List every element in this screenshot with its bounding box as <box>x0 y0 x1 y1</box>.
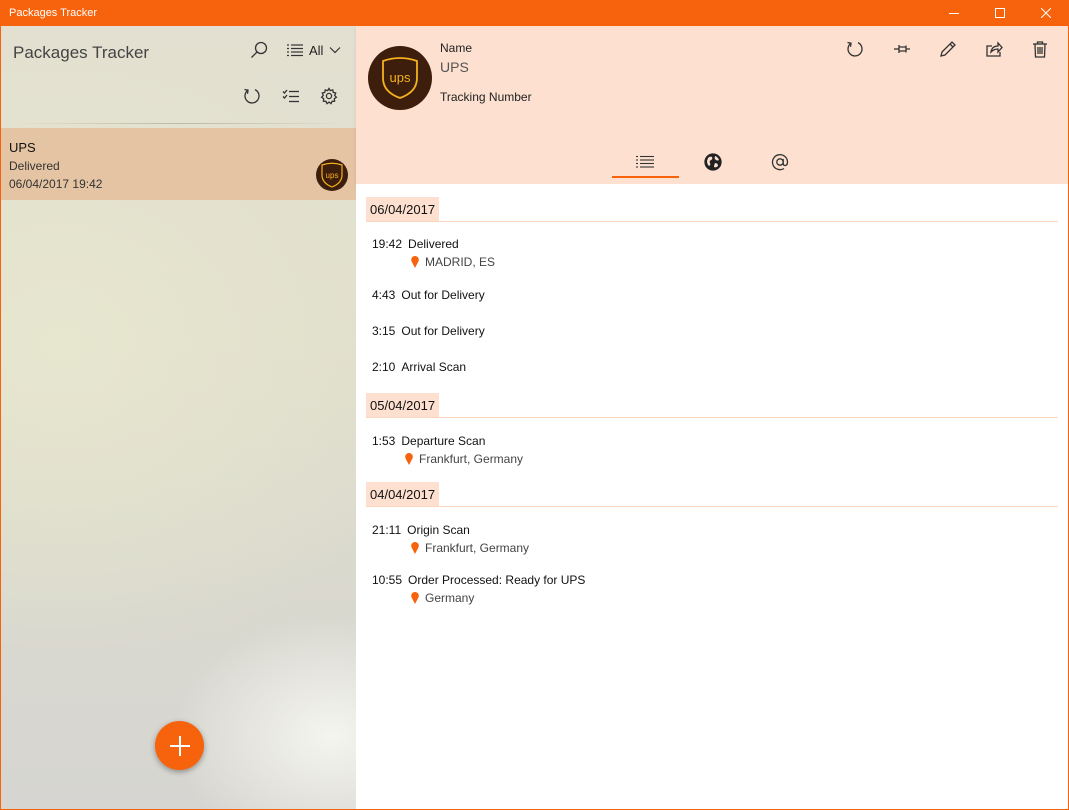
tab-email[interactable] <box>767 147 793 177</box>
search-icon <box>251 41 268 58</box>
globe-icon <box>704 153 722 171</box>
date-header: 06/04/2017 <box>366 197 440 221</box>
event-time: 1:53 <box>372 434 396 448</box>
event-description: Origin Scan <box>407 523 470 537</box>
title-bar: Packages Tracker <box>0 0 1069 26</box>
timeline-event: 2:10 Arrival Scan <box>372 360 466 374</box>
select-button[interactable] <box>279 84 303 108</box>
package-item-ups[interactable]: UPS Delivered 06/04/2017 19:42 ups <box>1 128 356 200</box>
edit-icon <box>940 41 956 57</box>
checklist-icon <box>282 89 299 103</box>
date-header: 05/04/2017 <box>366 393 440 417</box>
tracking-timeline: 06/04/2017 19:42 Delivered MADRID, ES 4:4… <box>356 184 1069 809</box>
event-time: 2:10 <box>372 360 396 374</box>
package-date: 06/04/2017 19:42 <box>9 177 103 191</box>
share-icon <box>986 41 1003 57</box>
maximize-button[interactable] <box>977 0 1023 26</box>
timeline-event: 3:15 Out for Delivery <box>372 324 485 338</box>
add-package-button[interactable] <box>155 721 204 770</box>
refresh-all-button[interactable] <box>240 84 264 108</box>
delete-button[interactable] <box>1028 37 1052 61</box>
list-icon <box>636 155 654 168</box>
carrier-logo: ups <box>316 159 348 191</box>
event-description: Out for Delivery <box>401 288 485 302</box>
timeline-event: 21:11 Origin Scan <box>372 523 470 537</box>
date-divider <box>366 506 1058 507</box>
event-time: 3:15 <box>372 324 396 338</box>
date-divider <box>366 221 1058 222</box>
event-location: Frankfurt, Germany <box>411 541 529 555</box>
event-description: Delivered <box>408 237 459 251</box>
ups-shield-icon: ups <box>382 57 418 99</box>
search-button[interactable] <box>247 38 271 62</box>
pin-icon <box>894 45 910 53</box>
tab-map[interactable] <box>700 147 726 177</box>
close-icon <box>1041 8 1051 18</box>
window-border-left <box>0 26 1 810</box>
window-title: Packages Tracker <box>9 7 98 19</box>
delete-icon <box>1033 41 1047 58</box>
package-name: UPS <box>9 140 36 155</box>
location-pin-icon <box>411 542 419 554</box>
refresh-icon <box>847 41 863 57</box>
timeline-event: 4:43 Out for Delivery <box>372 288 485 302</box>
filter-dropdown[interactable]: All <box>287 38 341 62</box>
timeline-event: 19:42 Delivered <box>372 237 459 251</box>
minimize-button[interactable] <box>931 0 977 26</box>
minimize-icon <box>949 13 959 14</box>
date-header: 04/04/2017 <box>366 482 440 506</box>
event-time: 21:11 <box>372 523 402 537</box>
event-description: Arrival Scan <box>401 360 467 374</box>
settings-button[interactable] <box>317 84 341 108</box>
maximize-icon <box>995 8 1005 18</box>
package-status: Delivered <box>9 159 60 173</box>
app-title: Packages Tracker <box>13 43 150 62</box>
add-icon <box>169 735 190 756</box>
at-icon <box>771 154 789 171</box>
event-description: Departure Scan <box>401 434 486 448</box>
close-button[interactable] <box>1023 0 1069 26</box>
event-location: MADRID, ES <box>411 255 495 269</box>
ups-shield-icon: ups <box>321 162 343 188</box>
list-icon <box>287 44 303 57</box>
event-time: 10:55 <box>372 573 403 587</box>
name-label: Name <box>440 41 473 55</box>
timeline-event: 1:53 Departure Scan <box>372 434 485 448</box>
carrier-logo-large: ups <box>368 46 432 110</box>
refresh-button[interactable] <box>843 37 867 61</box>
event-description: Order Processed: Ready for UPS <box>408 573 586 587</box>
pane-divider <box>13 123 348 124</box>
ups-logo-text: ups <box>326 171 339 180</box>
ups-logo-text: ups <box>390 70 411 85</box>
event-location: Germany <box>411 591 474 605</box>
tab-timeline[interactable] <box>632 147 658 177</box>
active-tab-indicator <box>612 176 679 178</box>
location-text: Germany <box>425 591 475 605</box>
share-button[interactable] <box>982 37 1006 61</box>
location-text: Frankfurt, Germany <box>425 541 530 555</box>
edit-button[interactable] <box>936 37 960 61</box>
event-description: Out for Delivery <box>401 324 485 338</box>
packages-pane: Packages Tracker All UPS Delivered 06/04… <box>1 26 356 809</box>
package-detail-header: ups Name UPS Tracking Number <box>356 26 1069 184</box>
gear-icon <box>320 87 338 105</box>
event-time: 19:42 <box>372 237 403 251</box>
filter-label: All <box>309 42 324 58</box>
name-value: UPS <box>440 59 469 75</box>
event-location: Frankfurt, Germany <box>405 452 523 466</box>
event-time: 4:43 <box>372 288 396 302</box>
location-pin-icon <box>411 256 419 268</box>
refresh-icon <box>244 88 260 104</box>
location-pin-icon <box>411 592 419 604</box>
date-divider <box>366 417 1058 418</box>
timeline-event: 10:55 Order Processed: Ready for UPS <box>372 573 585 587</box>
pin-button[interactable] <box>890 37 914 61</box>
tracking-number-label: Tracking Number <box>440 90 532 104</box>
location-pin-icon <box>405 453 413 465</box>
chevron-down-icon <box>330 47 341 54</box>
location-text: MADRID, ES <box>425 255 496 269</box>
location-text: Frankfurt, Germany <box>419 452 524 466</box>
